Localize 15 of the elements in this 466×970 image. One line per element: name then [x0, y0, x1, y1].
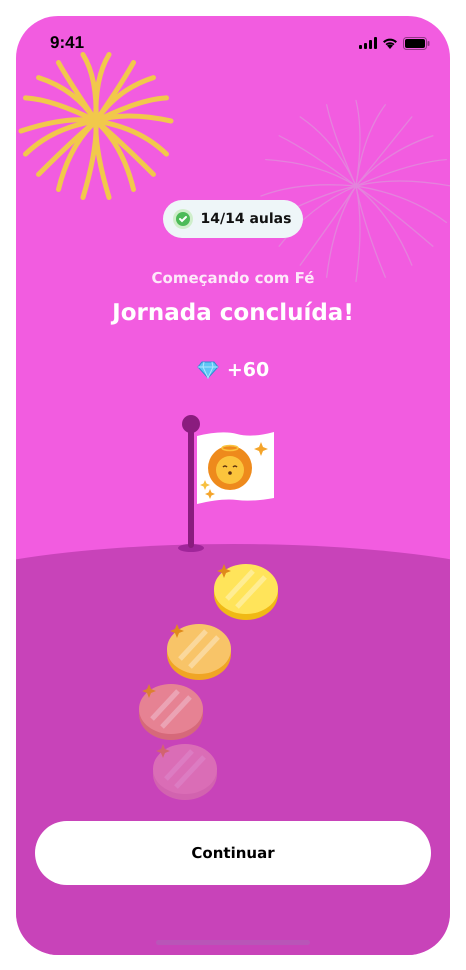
reward-amount: +60 — [226, 359, 270, 381]
journey-subtitle: Começando com Fé — [152, 269, 314, 287]
wifi-icon — [382, 37, 398, 49]
coin-icon — [138, 683, 204, 741]
continue-button[interactable]: Continuar — [35, 821, 431, 885]
diamond-icon — [196, 361, 219, 379]
status-time: 9:41 — [50, 33, 84, 53]
check-icon — [172, 209, 193, 229]
coin-icon — [213, 563, 279, 621]
coin-icon — [152, 743, 218, 801]
progress-badge: 14/14 aulas — [162, 200, 304, 238]
coin-icon — [166, 623, 232, 681]
completion-title: Jornada concluída! — [112, 300, 354, 326]
battery-icon — [403, 36, 430, 50]
signal-icon — [359, 37, 377, 49]
